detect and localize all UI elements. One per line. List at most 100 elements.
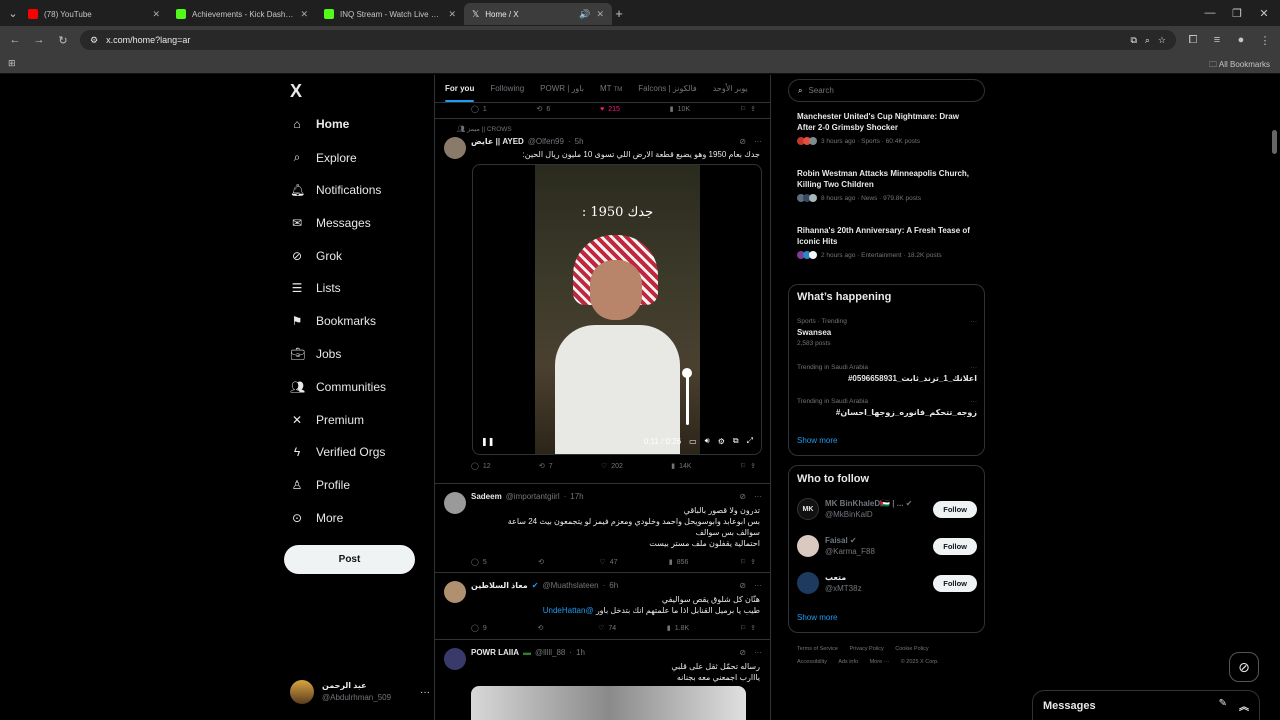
profile-avatar-icon[interactable]: ● <box>1234 34 1248 46</box>
bookmark-star-icon[interactable]: ☆ <box>1158 35 1166 46</box>
sidebar-item-lists[interactable]: ☰ Lists <box>290 281 341 295</box>
reply-button[interactable]: ◯ 5 <box>471 558 487 567</box>
grok-icon[interactable]: ⊘ <box>739 581 746 590</box>
share-icon[interactable]: ⇪ <box>750 624 756 632</box>
search-box[interactable]: ⌕ <box>788 79 985 102</box>
tweet[interactable]: معاذ السلاطين ✔ @Muathslateen · 6h ⊘ ··· … <box>435 573 770 640</box>
share-icon[interactable]: ⇪ <box>750 558 756 566</box>
more-icon[interactable]: ··· <box>754 492 762 501</box>
tweet-image[interactable] <box>471 686 746 720</box>
grok-icon[interactable]: ⊘ <box>739 648 746 657</box>
tab-for-you[interactable]: For you <box>445 84 475 102</box>
trend-item[interactable]: Trending in Saudi Arabia ··· #زوجه_تتحكم_… <box>797 398 977 417</box>
address-bar[interactable]: ⚙ x.com/home?lang=ar ⧉ ⌕ ☆ <box>80 30 1176 50</box>
avatar[interactable] <box>444 648 466 670</box>
tweet-time[interactable]: 6h <box>609 581 618 590</box>
post-button[interactable]: Post <box>284 545 415 574</box>
footer-link[interactable]: Ads info <box>838 659 858 665</box>
tab-following[interactable]: Following <box>490 84 524 93</box>
repost-button[interactable]: ⟲ 7 <box>539 462 553 471</box>
volume-icon[interactable]: 🔊︎ <box>705 436 710 446</box>
tweet[interactable]: Sadeem @importantgiirl · 17h ⊘ ··· تدرون … <box>435 484 770 573</box>
more-icon[interactable]: ··· <box>754 581 762 590</box>
search-input[interactable] <box>808 86 959 95</box>
avatar[interactable] <box>444 581 466 603</box>
author-handle[interactable]: @Olfen99 <box>528 137 564 146</box>
tweet[interactable]: 👥︎ ميمز || CROWS عايض || AYED @Olfen99 ·… <box>435 119 770 484</box>
bookmark-icon[interactable]: ⚐ <box>740 558 746 566</box>
footer-link[interactable]: More ··· <box>870 659 890 665</box>
tab-audio-icon[interactable]: 🔊 <box>579 9 590 20</box>
sidebar-item-verified-orgs[interactable]: ϟ Verified Orgs <box>290 445 386 459</box>
more-icon[interactable]: ··· <box>971 318 978 325</box>
close-window-icon[interactable]: ✕ <box>1257 7 1271 20</box>
views-button[interactable]: ▮ 10K <box>670 105 690 114</box>
follow-show-more-link[interactable]: Show more <box>797 613 837 622</box>
media-icon[interactable]: ≡ <box>1210 34 1224 46</box>
maximize-icon[interactable]: ❐ <box>1230 7 1244 20</box>
sidebar-item-more[interactable]: ⊙ More <box>290 511 343 525</box>
sidebar-item-home[interactable]: ⌂ Home <box>290 117 349 131</box>
footer-link[interactable]: Accessibility <box>797 659 827 665</box>
reply-button[interactable]: ◯ 9 <box>471 624 487 633</box>
follow-suggestion[interactable]: متعب @xMT38z Follow <box>797 572 977 594</box>
tweet-time[interactable]: 17h <box>570 492 583 501</box>
author-handle[interactable]: @Muathslateen <box>542 581 598 590</box>
sidebar-item-messages[interactable]: ✉ Messages <box>290 216 371 230</box>
like-button[interactable]: ♥ 215 <box>600 106 620 113</box>
x-logo-icon[interactable]: X <box>290 81 302 102</box>
zoom-icon[interactable]: ⌕ <box>1145 35 1150 46</box>
views-button[interactable]: ▮ 14K <box>671 462 691 471</box>
more-icon[interactable]: ··· <box>971 364 978 371</box>
more-icon[interactable]: ··· <box>971 398 978 405</box>
grok-icon[interactable]: ⊘ <box>739 137 746 146</box>
views-button[interactable]: ▮ 1.8K <box>667 624 689 633</box>
page-scrollbar[interactable] <box>1272 130 1277 154</box>
fullscreen-icon[interactable]: ⤢ <box>747 436 753 446</box>
sidebar-item-notifications[interactable]: 🔔︎ Notifications <box>290 183 381 197</box>
sidebar-item-jobs[interactable]: 💼︎ Jobs <box>290 347 341 361</box>
browser-menu-icon[interactable]: ⋮ <box>1258 34 1272 47</box>
avatar[interactable] <box>444 492 466 514</box>
author-name[interactable]: عايض || AYED <box>471 137 524 146</box>
grok-icon[interactable]: ⊘ <box>739 492 746 501</box>
compose-message-icon[interactable]: ✎ <box>1219 698 1227 713</box>
account-switcher[interactable]: عبد الرحمن @Abdulrhman_509 ··· <box>290 680 430 704</box>
tab-close-icon[interactable]: ✕ <box>152 9 160 20</box>
news-item[interactable]: Manchester United's Cup Nightmare: Draw … <box>797 111 977 145</box>
footer-link[interactable]: Privacy Policy <box>850 646 884 652</box>
video-player[interactable]: جدك 1950 : ❚❚ 0:11 / 0:26 ▭ 🔊︎ ⚙ ⧉ ⤢ <box>472 164 762 455</box>
browser-tab-kick-dashboard[interactable]: Achievements - Kick Dashboard ✕ <box>168 3 316 25</box>
footer-link[interactable]: Terms of Service <box>797 646 838 652</box>
sidebar-item-grok[interactable]: ⊘ Grok <box>290 249 342 263</box>
bookmark-icon[interactable]: ⚐ <box>740 105 746 113</box>
tweet-time[interactable]: 5h <box>575 137 584 146</box>
trend-item[interactable]: Trending in Saudi Arabia ··· #اعلانك_1_تر… <box>797 364 977 383</box>
browser-tab-kick-stream[interactable]: INQ Stream - Watch Live on Kick ✕ <box>316 3 464 25</box>
tab-close-icon[interactable]: ✕ <box>596 9 604 20</box>
bookmark-icon[interactable]: ⚐ <box>740 462 746 470</box>
tab-close-icon[interactable]: ✕ <box>300 9 308 20</box>
pause-icon[interactable]: ❚❚ <box>481 437 494 446</box>
share-icon[interactable]: ⇪ <box>750 105 756 113</box>
pip-icon[interactable]: ⧉ <box>733 436 739 446</box>
author-name[interactable]: POWR LAIIA <box>471 648 519 657</box>
tab-powr[interactable]: POWR | باور <box>540 84 584 93</box>
repost-button[interactable]: ⟲ <box>537 624 547 632</box>
extensions-icon[interactable]: ⧠ <box>1186 34 1200 47</box>
author-handle[interactable]: @importantgiirl <box>506 492 560 501</box>
author-name[interactable]: معاذ السلاطين <box>471 581 528 590</box>
news-item[interactable]: Rihanna's 20th Anniversary: A Fresh Teas… <box>797 225 977 259</box>
settings-icon[interactable]: ⚙ <box>718 437 725 446</box>
tweet[interactable]: POWR LAIIA ▬ @lllll_88 · 1h ⊘ ··· رساله ت… <box>435 640 770 720</box>
mention-link[interactable]: @UndeHattan <box>543 606 594 615</box>
like-button[interactable]: ♡ 47 <box>599 558 617 567</box>
tab-close-icon[interactable]: ✕ <box>448 9 456 20</box>
apps-icon[interactable]: ⊞ <box>8 58 16 69</box>
site-info-icon[interactable]: ⚙ <box>90 35 98 46</box>
cast-icon[interactable]: ⧉ <box>1130 35 1136 46</box>
tab-falcons[interactable]: Falcons | فالكونز <box>638 84 696 93</box>
avatar[interactable] <box>444 137 466 159</box>
captions-icon[interactable]: ▭ <box>689 437 697 446</box>
messages-drawer[interactable]: Messages ✎ ︽ <box>1032 690 1260 720</box>
